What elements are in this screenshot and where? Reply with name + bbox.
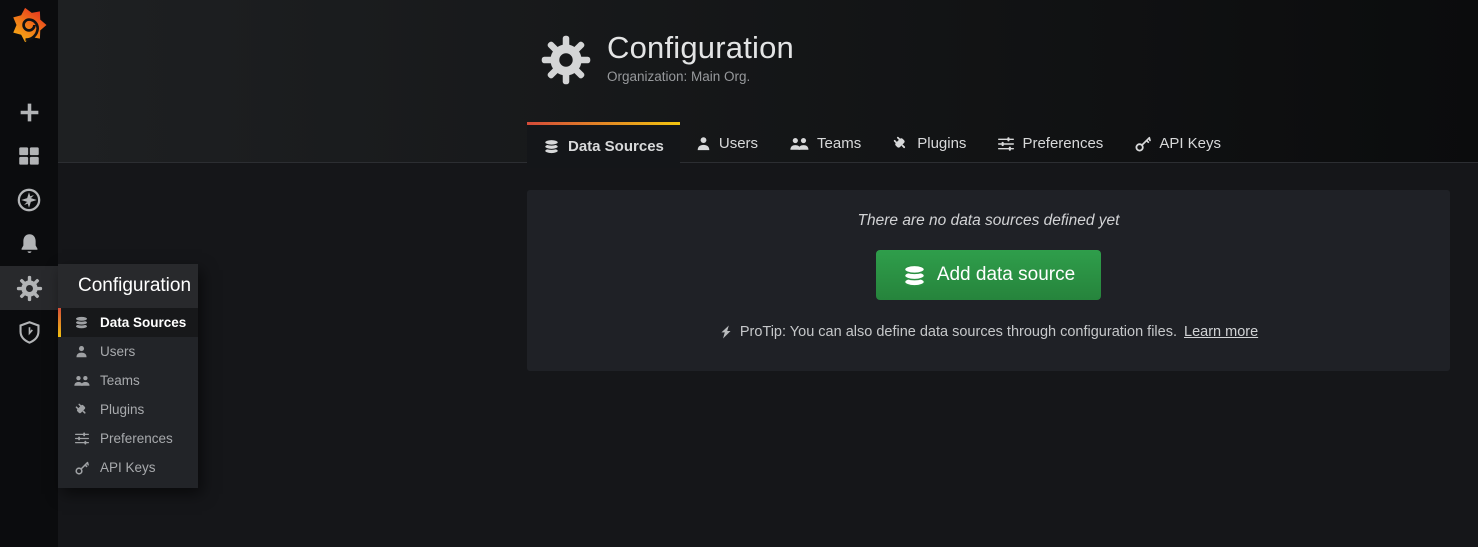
gear-icon[interactable] xyxy=(0,266,58,310)
flyout-item-label: Users xyxy=(100,344,135,359)
data-sources-panel: There are no data sources defined yet Ad… xyxy=(527,190,1450,371)
database-icon xyxy=(73,315,90,330)
key-icon xyxy=(73,461,90,475)
tab-label: Preferences xyxy=(1022,135,1103,152)
shield-icon[interactable] xyxy=(0,310,58,354)
gear-icon xyxy=(540,34,592,86)
flyout-item-api-keys[interactable]: API Keys xyxy=(58,453,198,482)
sliders-icon xyxy=(73,432,90,445)
plug-icon xyxy=(73,403,90,417)
tab-label: Teams xyxy=(817,135,861,152)
flyout-item-teams[interactable]: Teams xyxy=(58,366,198,395)
database-icon xyxy=(902,263,927,288)
add-data-source-label: Add data source xyxy=(937,264,1075,286)
flyout-item-data-sources[interactable]: Data Sources xyxy=(58,308,198,337)
sidebar xyxy=(0,0,58,547)
configuration-flyout-menu: Configuration Data Sources Users Teams P… xyxy=(58,264,198,488)
flyout-item-users[interactable]: Users xyxy=(58,337,198,366)
tab-label: Plugins xyxy=(917,135,966,152)
tab-users[interactable]: Users xyxy=(680,122,774,162)
key-icon xyxy=(1135,136,1151,152)
tab-teams[interactable]: Teams xyxy=(774,122,877,162)
tab-preferences[interactable]: Preferences xyxy=(982,122,1119,162)
bell-icon[interactable] xyxy=(0,222,58,266)
tab-label: Data Sources xyxy=(568,138,664,155)
content-area: There are no data sources defined yet Ad… xyxy=(58,163,1478,547)
plug-icon xyxy=(893,136,909,152)
learn-more-link[interactable]: Learn more xyxy=(1184,324,1258,340)
flyout-item-label: Plugins xyxy=(100,402,144,417)
flyout-item-label: Teams xyxy=(100,373,140,388)
tab-data-sources[interactable]: Data Sources xyxy=(527,122,680,168)
page-title: Configuration xyxy=(607,30,794,66)
tab-label: API Keys xyxy=(1159,135,1221,152)
database-icon xyxy=(543,138,560,155)
flyout-item-label: Preferences xyxy=(100,431,173,446)
tab-label: Users xyxy=(719,135,758,152)
flyout-title: Configuration xyxy=(58,264,198,308)
flyout-item-label: API Keys xyxy=(100,460,156,475)
add-data-source-button[interactable]: Add data source xyxy=(876,250,1101,300)
flyout-item-label: Data Sources xyxy=(100,315,186,330)
users-icon xyxy=(790,137,809,151)
flyout-item-preferences[interactable]: Preferences xyxy=(58,424,198,453)
grafana-logo[interactable] xyxy=(0,2,58,48)
plus-icon[interactable] xyxy=(0,90,58,134)
user-icon xyxy=(696,136,711,151)
users-icon xyxy=(73,375,90,387)
flyout-item-plugins[interactable]: Plugins xyxy=(58,395,198,424)
empty-state-message: There are no data sources defined yet xyxy=(858,212,1120,230)
tab-api-keys[interactable]: API Keys xyxy=(1119,122,1237,162)
grid-icon[interactable] xyxy=(0,134,58,178)
sliders-icon xyxy=(998,137,1014,151)
protip-text: ProTip: You can also define data sources… xyxy=(740,324,1177,340)
page-subtitle: Organization: Main Org. xyxy=(607,69,794,84)
user-icon xyxy=(73,345,90,358)
compass-icon[interactable] xyxy=(0,178,58,222)
tab-bar: Data Sources Users Teams Plugins Prefere… xyxy=(527,122,1237,168)
bolt-icon xyxy=(719,325,733,339)
tab-plugins[interactable]: Plugins xyxy=(877,122,982,162)
